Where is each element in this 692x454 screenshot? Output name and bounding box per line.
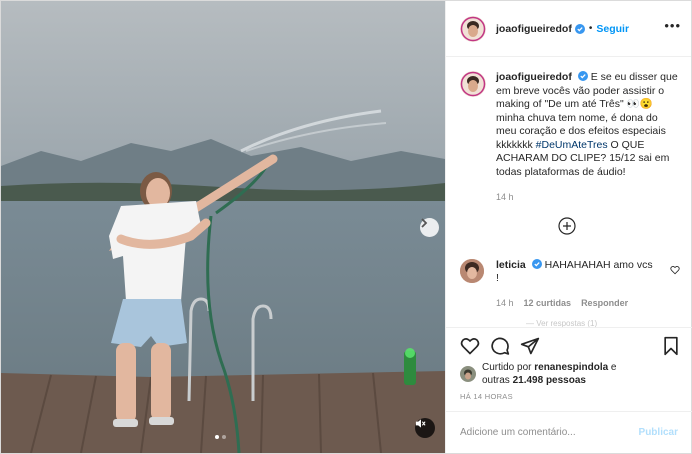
liked-by-others-prefix: outras [482, 375, 513, 386]
verified-badge-icon [577, 71, 588, 81]
chevron-right-icon [421, 218, 428, 228]
caption-timestamp: 14 h [496, 192, 514, 202]
caption-body: joaofigueiredof E se eu disser que em br… [496, 71, 678, 205]
likes-text: Curtido por renanespindola e outras 21.4… [482, 361, 617, 387]
carousel-dot [222, 435, 226, 439]
carousel-indicator [215, 435, 226, 439]
avatar-image [460, 259, 484, 283]
comment-item: leticia HAHAHAHAH amo vcs ! 14 h 12 curt… [460, 259, 686, 310]
video-frame [1, 1, 445, 453]
caption-username[interactable]: joaofigueiredof [496, 71, 572, 83]
commenter-avatar[interactable] [460, 259, 484, 283]
post-sidebar: joaofigueiredof • Seguir ••• joaofigueir… [445, 1, 692, 453]
liked-by-user-link[interactable]: renanespindola [534, 362, 608, 373]
avatar-image [460, 15, 486, 42]
caption-hashtag-link[interactable]: #DeUmAteTres [536, 139, 608, 151]
comment-reply-button[interactable]: Responder [581, 297, 628, 310]
comment-meta: 14 h 12 curtidas Responder [496, 297, 656, 310]
likes-summary: Curtido por renanespindola e outras 21.4… [460, 361, 617, 387]
caption-author-avatar[interactable] [460, 71, 486, 97]
comment-body: leticia HAHAHAHAH amo vcs ! 14 h 12 curt… [496, 259, 656, 310]
comment-timestamp: 14 h [496, 298, 514, 308]
share-icon[interactable] [520, 336, 540, 356]
liked-by-prefix: Curtido por [482, 362, 535, 373]
instagram-post: joaofigueiredof • Seguir ••• joaofigueir… [0, 0, 692, 454]
publish-button[interactable]: Publicar [639, 427, 678, 438]
likes-count-link[interactable]: 21.498 pessoas [513, 375, 586, 386]
verified-badge-icon [531, 259, 542, 269]
post-caption: joaofigueiredof E se eu disser que em br… [460, 71, 678, 205]
comment-heart-icon[interactable] [670, 265, 680, 275]
liker-avatar[interactable] [460, 366, 476, 382]
carousel-dot-active [215, 435, 219, 439]
avatar-image [460, 71, 486, 97]
verified-badge-icon [574, 23, 585, 34]
author-username[interactable]: joaofigueiredof [496, 23, 572, 35]
muted-speaker-icon [415, 419, 426, 428]
add-comment-bar: Publicar [446, 411, 692, 453]
add-comment-input[interactable] [460, 427, 639, 438]
liked-by-mid: e [608, 362, 617, 373]
plus-circle-icon[interactable] [558, 217, 576, 235]
bookmark-icon[interactable] [662, 336, 680, 356]
commenter-username[interactable]: leticia [496, 259, 526, 271]
comment-likes-count[interactable]: 12 curtidas [524, 297, 572, 310]
follow-button[interactable]: Seguir [596, 23, 629, 35]
mute-toggle-button[interactable] [415, 418, 435, 438]
post-video[interactable] [1, 1, 445, 453]
heart-icon[interactable] [460, 336, 480, 356]
comment-icon[interactable] [490, 336, 510, 356]
carousel-next-button[interactable] [420, 218, 439, 237]
author-avatar[interactable] [460, 15, 486, 42]
action-bar [446, 327, 692, 363]
header-separator: • [588, 23, 593, 34]
post-timestamp[interactable]: HÁ 14 HORAS [460, 392, 513, 401]
more-options-icon[interactable]: ••• [664, 19, 681, 32]
post-header: joaofigueiredof • Seguir ••• [446, 1, 691, 57]
